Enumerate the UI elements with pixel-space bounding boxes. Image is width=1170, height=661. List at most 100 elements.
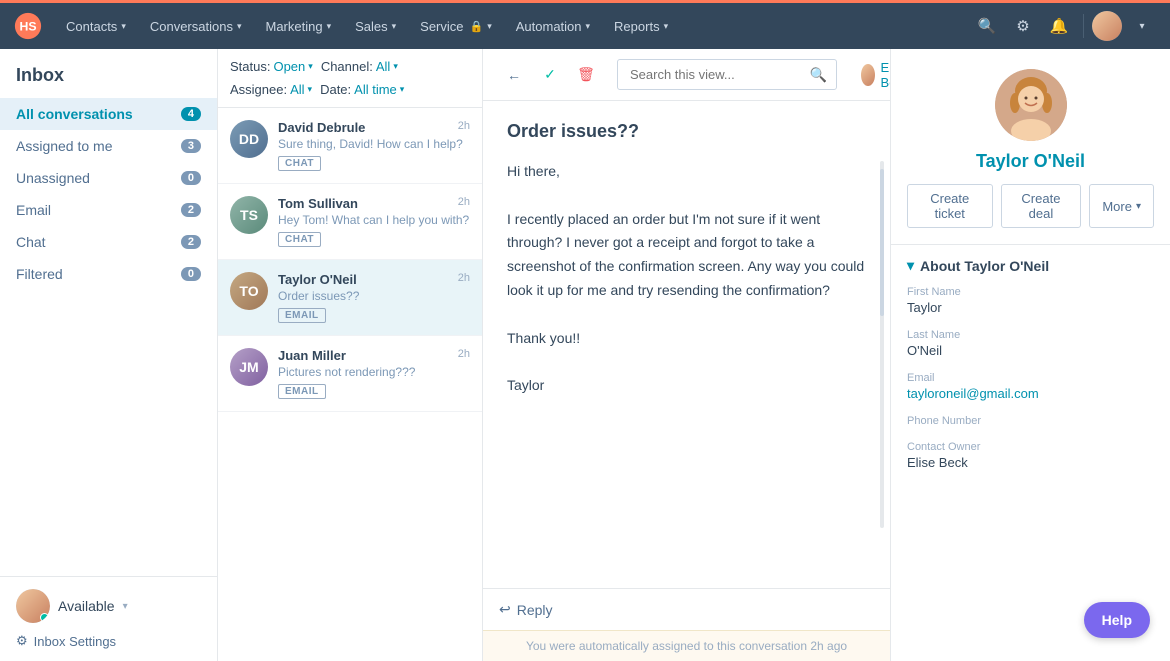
reply-bar: ↩ Reply [483,588,890,630]
sidebar-item-assigned-to-me[interactable]: Assigned to me 3 [0,130,217,162]
chevron-down-icon: ▾ [123,601,128,612]
conversation-time: 2h [458,348,470,360]
nav-divider [1083,14,1084,38]
assignee-filter[interactable]: Assignee: All ▾ [230,82,312,97]
channel-filter[interactable]: Channel: All ▾ [321,59,398,74]
reply-icon: ↩ [499,601,511,618]
create-ticket-button[interactable]: Create ticket [907,184,993,228]
contact-name: Taylor O'Neil [976,151,1085,172]
email-subject: Order issues?? [507,121,866,142]
status-filter[interactable]: Status: Open ▾ [230,59,313,74]
channel-tag: EMAIL [278,308,326,323]
nav-sales[interactable]: Sales ▾ [345,13,406,40]
chevron-down-icon: ▾ [907,257,914,274]
search-icon: 🔍 [810,66,827,83]
more-actions-button[interactable]: More ▾ [1089,184,1154,228]
chevron-down-icon: ▾ [586,21,591,32]
reply-button[interactable]: ↩ Reply [499,601,553,618]
svg-text:HS: HS [19,19,36,33]
conversation-detail: ← ✓ 🗑 🔍 Elise Beck ▾ Order issues?? Hi t… [483,49,890,661]
channel-tag: EMAIL [278,384,326,399]
create-deal-button[interactable]: Create deal [1001,184,1082,228]
delete-button[interactable]: 🗑 [571,60,601,90]
contact-owner-field: Contact owner Elise Beck [907,441,1154,470]
contact-name: Tom Sullivan [278,196,358,211]
sidebar-item-filtered[interactable]: Filtered 0 [0,258,217,290]
nav-marketing[interactable]: Marketing ▾ [255,13,341,40]
nav-conversations[interactable]: Conversations ▾ [140,13,252,40]
chevron-down-icon: ▾ [392,21,397,32]
email-field-display: Email tayloroneil@gmail.com [907,372,1154,401]
assignee-avatar [861,64,875,86]
search-view-input[interactable] [617,59,837,90]
last-name-field: Last name O'Neil [907,329,1154,358]
contact-avatar [995,69,1067,141]
conversation-filters: Status: Open ▾ Channel: All ▾ Assignee: … [218,49,482,108]
email-badge: 2 [181,203,201,217]
avatar: TO [230,272,268,310]
conversation-preview: Sure thing, David! How can I help? [278,137,470,151]
conversation-preview: Order issues?? [278,289,470,303]
sidebar-item-email[interactable]: Email 2 [0,194,217,226]
avatar: TS [230,196,268,234]
nav-reports[interactable]: Reports ▾ [604,13,678,40]
contact-header: Taylor O'Neil Create ticket Create deal … [891,49,1170,245]
top-navigation: HS Contacts ▾ Conversations ▾ Marketing … [0,3,1170,49]
date-filter[interactable]: Date: All time ▾ [320,82,404,97]
user-avatar-small [16,589,50,623]
sidebar-item-chat[interactable]: Chat 2 [0,226,217,258]
contact-name: David Debrule [278,120,365,135]
chevron-down-icon: ▾ [400,84,405,95]
conversation-list: Status: Open ▾ Channel: All ▾ Assignee: … [218,49,483,661]
chevron-down-icon: ▾ [664,21,669,32]
email-content: Hi there, I recently placed an order but… [507,160,866,398]
channel-tag: CHAT [278,232,321,247]
contact-name: Taylor O'Neil [278,272,357,287]
about-section-header[interactable]: ▾ About Taylor O'Neil [907,257,1154,274]
notifications-icon-button[interactable]: 🔔 [1043,10,1075,42]
help-button[interactable]: Help [1084,602,1150,638]
chevron-down-icon: ▾ [393,61,398,72]
nav-service[interactable]: Service 🔒 ▾ [410,13,502,40]
conversation-time: 2h [458,272,470,284]
nav-automation[interactable]: Automation ▾ [506,13,600,40]
channel-tag: CHAT [278,156,321,171]
chevron-down-icon: ▾ [237,21,242,32]
user-menu-chevron[interactable]: ▾ [1126,10,1158,42]
user-avatar[interactable] [1092,11,1122,41]
conversation-item-david-debrule[interactable]: DD David Debrule 2h Sure thing, David! H… [218,108,482,184]
all-conversations-badge: 4 [181,107,201,121]
nav-contacts[interactable]: Contacts ▾ [56,13,136,40]
first-name-field: First name Taylor [907,286,1154,315]
lock-icon: 🔒 [470,20,484,33]
conversation-items: DD David Debrule 2h Sure thing, David! H… [218,108,482,661]
chevron-down-icon: ▾ [1136,201,1141,212]
chevron-down-icon: ▾ [121,21,126,32]
phone-number-field: Phone number [907,415,1154,427]
email-body: Order issues?? Hi there, I recently plac… [483,101,890,588]
sidebar-navigation: All conversations 4 Assigned to me 3 Una… [0,94,217,576]
contact-name: Juan Miller [278,348,346,363]
resolve-button[interactable]: ✓ [535,60,565,90]
auto-assigned-notice: You were automatically assigned to this … [483,630,890,661]
sidebar-item-unassigned[interactable]: Unassigned 0 [0,162,217,194]
about-section: ▾ About Taylor O'Neil First name Taylor … [891,245,1170,496]
conversation-time: 2h [458,196,470,208]
conversation-item-juan-miller[interactable]: JM Juan Miller 2h Pictures not rendering… [218,336,482,412]
back-button[interactable]: ← [499,60,529,90]
inbox-settings-link[interactable]: ⚙ Inbox Settings [16,633,201,649]
availability-status[interactable]: Available ▾ [16,589,201,623]
chat-badge: 2 [181,235,201,249]
conversation-item-tom-sullivan[interactable]: TS Tom Sullivan 2h Hey Tom! What can I h… [218,184,482,260]
avatar: JM [230,348,268,386]
unassigned-badge: 0 [181,171,201,185]
sidebar-item-all-conversations[interactable]: All conversations 4 [0,98,217,130]
chevron-down-icon: ▾ [487,21,492,32]
contact-sidebar: Taylor O'Neil Create ticket Create deal … [890,49,1170,661]
chevron-down-icon: ▾ [308,84,313,95]
hubspot-logo[interactable]: HS [12,10,44,42]
search-icon-button[interactable]: 🔍 [971,10,1003,42]
conversation-item-taylor-oneil[interactable]: TO Taylor O'Neil 2h Order issues?? EMAIL [218,260,482,336]
settings-icon-button[interactable]: ⚙ [1007,10,1039,42]
left-sidebar: Inbox All conversations 4 Assigned to me… [0,49,218,661]
